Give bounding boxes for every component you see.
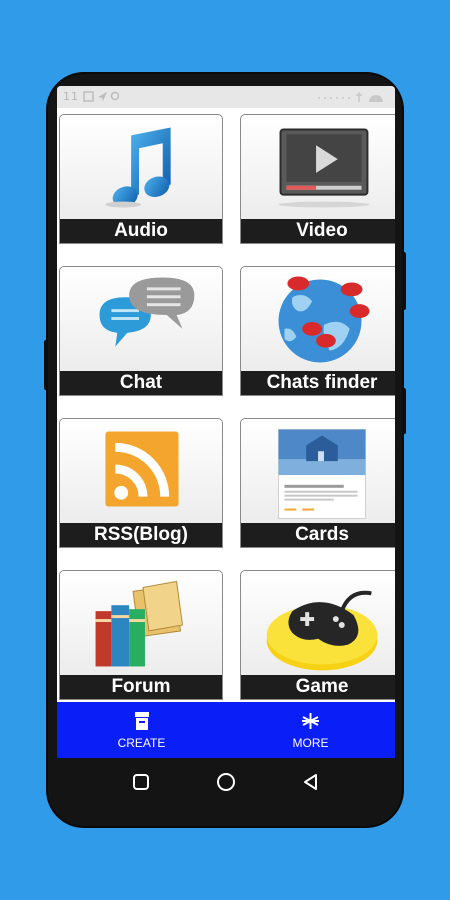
phone-power-button (402, 252, 406, 310)
app-screen: 11 Audio Video Chat Chats finder RSS(Blo… (57, 86, 395, 758)
gamepad-icon (266, 590, 378, 671)
globe-chat-icon (278, 276, 370, 363)
status-time: 11 (63, 90, 79, 103)
books-folders-icon (95, 580, 184, 667)
archive-box-icon (135, 712, 149, 730)
more-label: MORE (292, 736, 329, 750)
feature-grid: Audio Video Chat Chats finder RSS(Blog) … (57, 108, 395, 702)
status-icons-left (83, 91, 120, 102)
recent-apps-icon[interactable] (129, 770, 153, 794)
tile-chat[interactable]: Chat (59, 266, 223, 396)
tile-label: Chats finder (241, 371, 395, 395)
status-bar: 11 (57, 86, 395, 108)
more-button[interactable]: MORE (226, 702, 395, 758)
tile-label: Cards (241, 523, 395, 547)
tile-game[interactable]: Game (240, 570, 395, 700)
tile-video[interactable]: Video (240, 114, 395, 244)
asterisk-icon (302, 713, 319, 729)
tile-cards[interactable]: Cards (240, 418, 395, 548)
card-preview-icon (278, 429, 366, 519)
tile-label: Chat (60, 371, 222, 395)
chat-bubbles-icon (99, 277, 195, 347)
bottom-navigation: CREATE MORE (57, 702, 395, 758)
create-button[interactable]: CREATE (57, 702, 226, 758)
create-label: CREATE (117, 736, 166, 750)
back-icon[interactable] (299, 770, 323, 794)
tile-audio[interactable]: Audio (59, 114, 223, 244)
home-icon[interactable] (214, 770, 238, 794)
tile-label: Game (241, 675, 395, 699)
music-note-icon (105, 127, 171, 208)
status-icons-right (318, 92, 383, 102)
phone-side-button (44, 340, 48, 390)
tile-label: Forum (60, 675, 222, 699)
tile-label: Audio (60, 219, 222, 243)
rss-icon (105, 431, 179, 507)
tile-label: RSS(Blog) (60, 523, 222, 547)
tile-chats-finder[interactable]: Chats finder (240, 266, 395, 396)
tile-forum[interactable]: Forum (59, 570, 223, 700)
tile-label: Video (241, 219, 395, 243)
system-navigation-bar (57, 758, 395, 806)
tile-rss[interactable]: RSS(Blog) (59, 418, 223, 548)
phone-volume-button (402, 388, 406, 434)
video-player-icon (278, 128, 370, 208)
